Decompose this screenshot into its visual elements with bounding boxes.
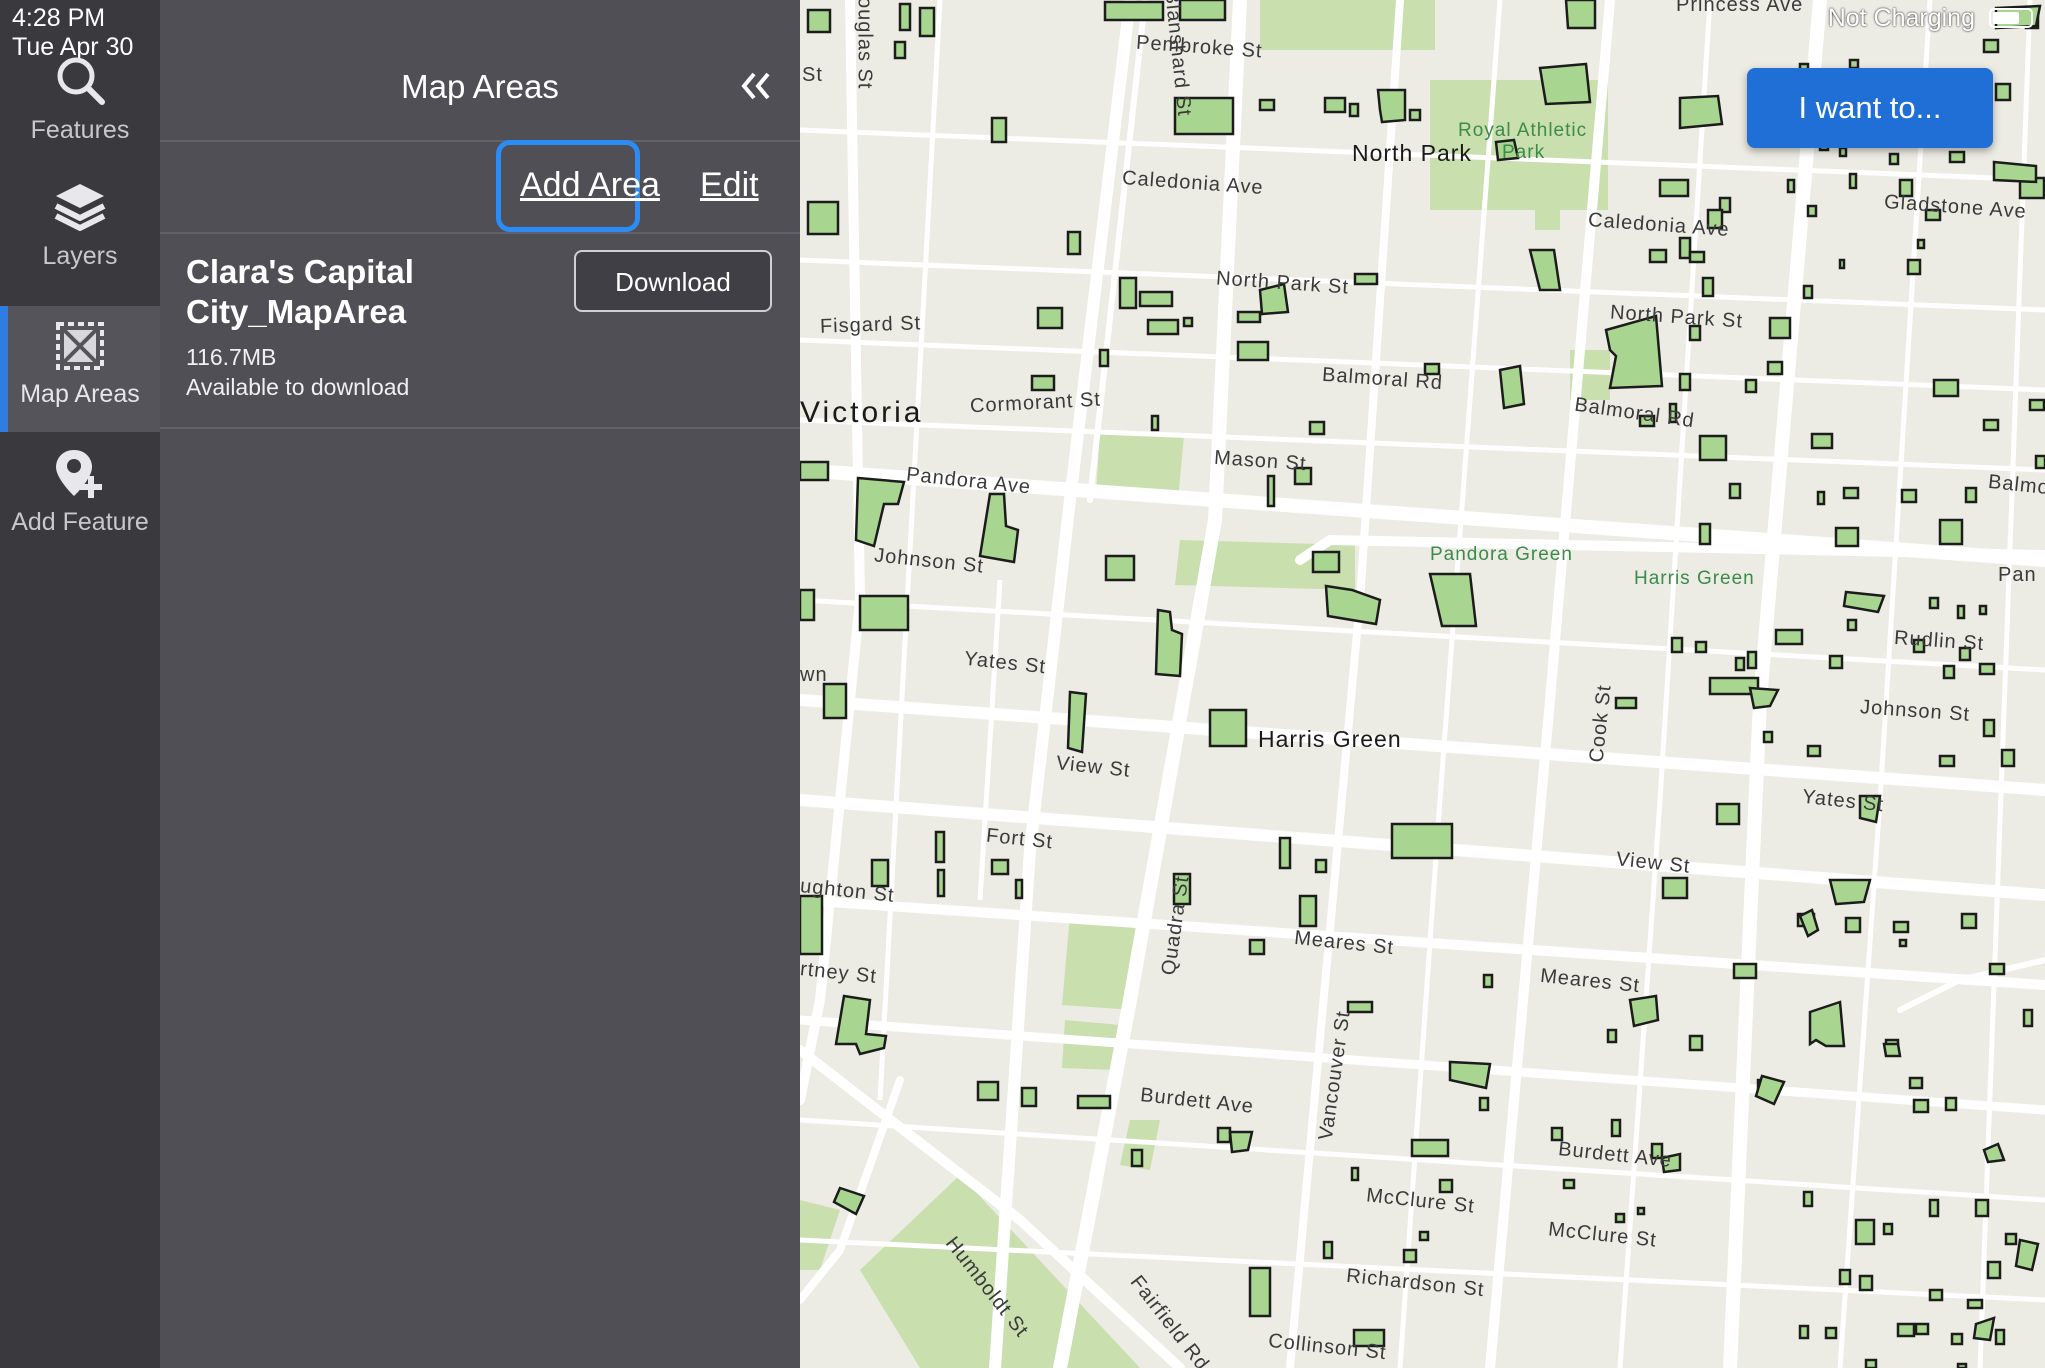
map-label: Victoria xyxy=(800,396,924,429)
map-label: Harris Green xyxy=(1634,568,1755,589)
map-view[interactable]: Pembroke St North Park Royal Athletic Pa… xyxy=(800,0,2045,1368)
rail-item-label: Add Feature xyxy=(11,508,149,536)
add-area-button[interactable]: Add Area xyxy=(520,166,660,205)
map-area-status: Available to download xyxy=(186,374,410,400)
battery-icon xyxy=(1989,8,2033,28)
map-label: Pandora Green xyxy=(1430,544,1573,565)
map-canvas[interactable] xyxy=(800,0,2045,1368)
status-charging: Not Charging xyxy=(1827,4,1975,32)
navigation-rail: 4:28 PM Tue Apr 30 Features Layers Map A… xyxy=(0,0,160,1368)
map-area-name[interactable]: Clara's Capital City_MapArea xyxy=(186,252,546,332)
map-label: Royal Athletic xyxy=(1458,120,1588,141)
i-want-to-button[interactable]: I want to... xyxy=(1747,68,1993,148)
map-area-icon xyxy=(56,322,104,370)
rail-item-label: Map Areas xyxy=(20,380,140,408)
map-areas-panel: Map Areas Add Area Edit Clara's Capital … xyxy=(160,0,800,1368)
rail-item-label: Features xyxy=(30,116,130,144)
divider xyxy=(160,232,800,234)
collapse-panel-icon[interactable] xyxy=(732,64,782,108)
download-button[interactable]: Download xyxy=(574,250,772,312)
rail-item-add-feature[interactable]: Add Feature xyxy=(0,446,160,572)
search-icon xyxy=(57,57,105,105)
map-label: Park xyxy=(1502,142,1546,163)
rail-item-map-areas[interactable]: Map Areas xyxy=(0,306,160,432)
edit-button[interactable]: Edit xyxy=(700,166,759,205)
map-label: Harris Green xyxy=(1258,726,1402,752)
map-label: Fisgard St xyxy=(819,312,922,338)
map-label: North Park xyxy=(1352,140,1472,166)
add-feature-icon xyxy=(56,450,102,498)
map-area-size: 116.7MB xyxy=(186,344,277,370)
layers-icon xyxy=(54,184,106,231)
map-label: wn xyxy=(800,664,828,686)
rail-item-layers[interactable]: Layers xyxy=(0,180,160,306)
map-label: Douglas St xyxy=(853,0,876,90)
rail-item-label: Layers xyxy=(42,242,118,270)
map-label: St xyxy=(802,64,823,86)
map-label: Princess Ave xyxy=(1676,0,1804,16)
status-time: 4:28 PM xyxy=(12,4,106,32)
rail-item-features[interactable]: Features xyxy=(0,50,160,176)
map-label: Pan xyxy=(1998,564,2037,586)
divider xyxy=(160,140,800,142)
panel-title: Map Areas xyxy=(401,68,559,105)
divider xyxy=(160,427,800,429)
